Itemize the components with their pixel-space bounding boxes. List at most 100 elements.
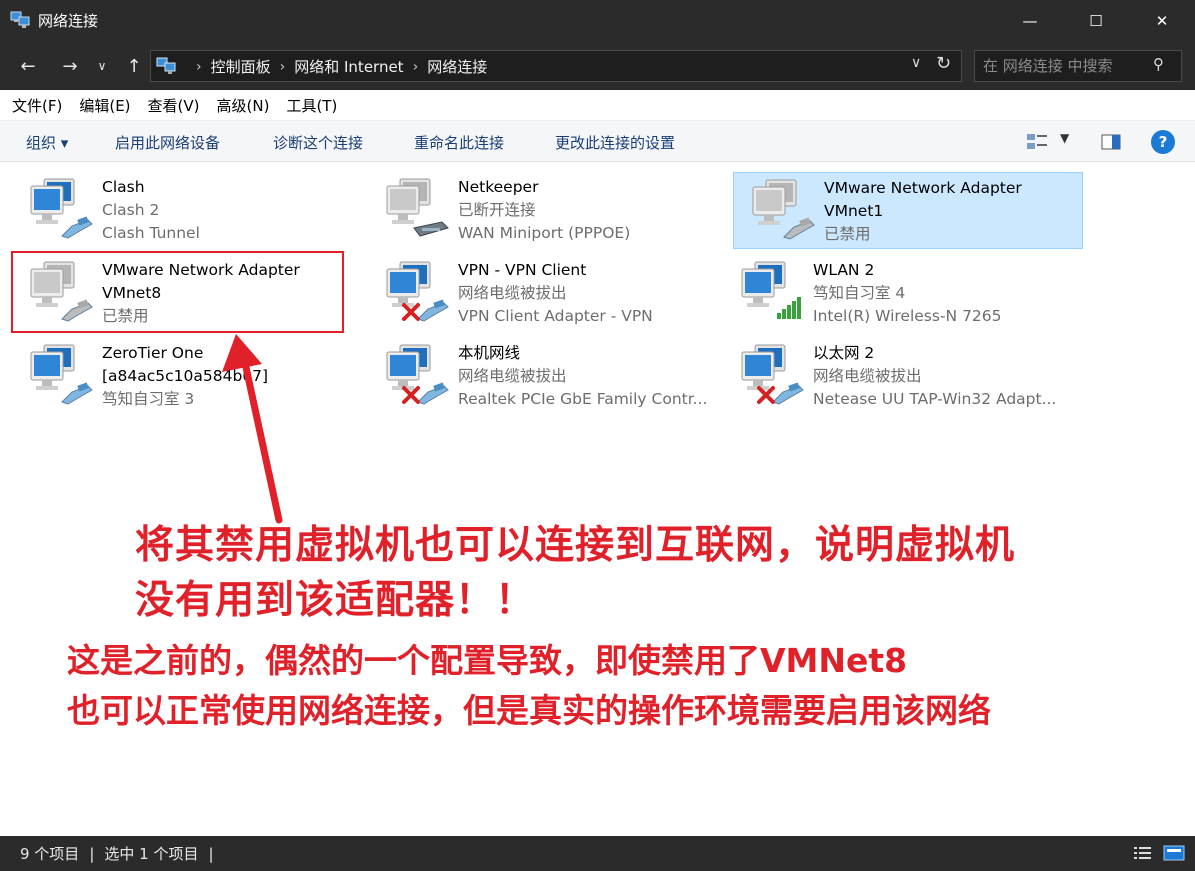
change-view-icon[interactable] (1026, 133, 1048, 151)
search-icon[interactable]: ⚲ (1153, 55, 1164, 73)
network-folder-icon (156, 57, 176, 74)
help-icon: ? (1158, 133, 1168, 151)
connection-item[interactable]: Netkeeper 已断开连接 WAN Miniport (PPPOE) (368, 172, 718, 252)
selected-count: 选中 1 个项目 (104, 845, 199, 863)
connection-detail: 笃知自习室 4 (813, 284, 906, 302)
diagnose-button[interactable]: 诊断这个连接 (273, 132, 363, 153)
connection-detail: 网络电缆被拔出 (458, 367, 567, 385)
forward-arrow-icon: → (62, 55, 78, 77)
breadcrumb-network-internet[interactable]: 网络和 Internet (294, 56, 403, 77)
connection-detail: Clash 2 (102, 201, 160, 219)
breadcrumb-control-panel[interactable]: 控制面板 (211, 56, 271, 77)
annotation-text-secondary: 这是之前的，偶然的一个配置导致，即使禁用了VMNet8 也可以正常使用网络连接，… (67, 636, 991, 736)
connection-text: Netkeeper 已断开连接 WAN Miniport (PPPOE) (458, 176, 630, 245)
organize-button[interactable]: 组织 ▾ (26, 132, 68, 153)
maximize-icon: ☐ (1089, 12, 1103, 30)
dialup-modem-icon (386, 178, 449, 237)
connection-adapter: Realtek PCIe GbE Family Contr... (458, 390, 708, 408)
menu-edit[interactable]: 编辑(E) (79, 95, 130, 116)
wireless-signal-icon (741, 261, 801, 319)
recent-locations-button[interactable]: ∨ (92, 52, 112, 80)
view-options-dropdown-icon[interactable]: ▼ (1060, 131, 1069, 145)
connection-adapter: Clash Tunnel (102, 224, 200, 242)
up-arrow-icon: ↑ (126, 55, 142, 77)
connection-detail: 网络电缆被拔出 (813, 367, 922, 385)
connection-detail: [a84ac5c10a584b07] (102, 367, 269, 385)
search-box[interactable]: ⚲ (974, 50, 1182, 82)
title-bar: 网络连接 — ☐ ✕ (0, 0, 1195, 42)
highlight-box (11, 251, 344, 333)
connection-name: VMware Network Adapter (824, 179, 1022, 197)
annotation-line: 这是之前的，偶然的一个配置导致，即使禁用了VMNet8 (67, 641, 908, 680)
breadcrumb-separator-icon: › (279, 58, 286, 75)
menu-advanced[interactable]: 高级(N) (217, 95, 270, 116)
network-adapter-icon (741, 344, 804, 405)
connection-detail: 网络电缆被拔出 (458, 284, 567, 302)
refresh-icon[interactable]: ↻ (936, 53, 951, 74)
help-button[interactable]: ? (1151, 130, 1175, 154)
connection-detail: 已断开连接 (458, 201, 536, 219)
status-separator: | (208, 845, 214, 863)
connection-detail: VMnet1 (824, 202, 884, 220)
connection-item[interactable]: 本机网线网络电缆被拔出 Realtek PCIe GbE Family Contr… (368, 338, 718, 418)
menu-bar: 文件(F) 编辑(E) 查看(V) 高级(N) 工具(T) (0, 90, 1195, 120)
chevron-down-icon: ∨ (97, 59, 107, 73)
close-icon: ✕ (1155, 12, 1169, 30)
maximize-button[interactable]: ☐ (1063, 0, 1129, 42)
address-bar[interactable]: › 控制面板 › 网络和 Internet › 网络连接 ∨ ↻ (150, 50, 962, 82)
menu-view[interactable]: 查看(V) (148, 95, 200, 116)
connection-item[interactable]: Clash Clash 2 Clash Tunnel (12, 172, 362, 252)
connection-text: VMware Network Adapter VMnet1 已禁用 (824, 177, 1022, 246)
annotation-line: 将其禁用虚拟机也可以连接到互联网，说明虚拟机 (135, 523, 1016, 568)
rename-button[interactable]: 重命名此连接 (414, 132, 504, 153)
breadcrumb-separator-icon: › (196, 58, 202, 75)
address-dropdown-icon[interactable]: ∨ (911, 55, 921, 71)
connection-item[interactable]: WLAN 2 笃知自习室 4 Intel(R) Wireless-N 7265 (723, 255, 1073, 335)
connection-name: 以太网 2 (813, 344, 875, 362)
connection-adapter: 笃知自习室 3 (102, 390, 195, 408)
connection-text: 本机网线网络电缆被拔出 Realtek PCIe GbE Family Contr… (458, 342, 707, 411)
connection-item[interactable]: ZeroTier One [a84ac5c10a584b07] 笃知自习室 3 (12, 338, 362, 418)
connection-name: Netkeeper (458, 178, 539, 196)
network-adapter-icon (386, 261, 449, 322)
preview-pane-icon[interactable] (1101, 134, 1121, 150)
item-count: 9 个项目 (20, 845, 80, 863)
annotation-line: 也可以正常使用网络连接，但是真实的操作环境需要启用该网络 (67, 691, 991, 730)
network-connections-app-icon (10, 11, 30, 28)
connection-text: WLAN 2 笃知自习室 4 Intel(R) Wireless-N 7265 (813, 259, 1002, 328)
connection-name: VPN - VPN Client (458, 261, 587, 279)
connection-text: VPN - VPN Client 网络电缆被拔出 VPN Client Adapte… (458, 259, 653, 328)
search-input[interactable] (983, 55, 1143, 77)
menu-tools[interactable]: 工具(T) (286, 95, 337, 116)
menu-file[interactable]: 文件(F) (12, 95, 62, 116)
breadcrumb-network-connections[interactable]: 网络连接 (427, 56, 487, 77)
network-adapter-icon (752, 179, 815, 240)
connection-adapter: Intel(R) Wireless-N 7265 (813, 307, 1002, 325)
forward-button[interactable]: → (56, 52, 84, 80)
status-bar: 9 个项目 | 选中 1 个项目 | (0, 836, 1195, 871)
connection-text: Clash Clash 2 Clash Tunnel (102, 176, 200, 245)
change-settings-button[interactable]: 更改此连接的设置 (555, 132, 675, 153)
large-icons-view-icon[interactable] (1163, 845, 1185, 861)
connection-text: 以太网 2 网络电缆被拔出 Netease UU TAP-Win32 Adapt..… (813, 342, 1056, 411)
minimize-icon: — (1022, 12, 1038, 30)
breadcrumb-separator-icon: › (412, 58, 419, 75)
network-adapter-icon (30, 178, 93, 239)
connection-item[interactable]: 以太网 2 网络电缆被拔出 Netease UU TAP-Win32 Adapt..… (723, 338, 1073, 418)
enable-device-button[interactable]: 启用此网络设备 (115, 132, 220, 153)
connection-item[interactable]: VMware Network Adapter VMnet1 已禁用 (733, 172, 1083, 249)
close-button[interactable]: ✕ (1129, 0, 1195, 42)
back-button[interactable]: ← (14, 52, 42, 80)
network-adapter-icon (386, 344, 449, 405)
connection-name: Clash (102, 178, 145, 196)
connection-adapter: VPN Client Adapter - VPN (458, 307, 653, 325)
annotation-line: 没有用到该适配器！！ (135, 578, 536, 623)
address-row: ← → ∨ ↑ › 控制面板 › 网络和 Internet › 网络连接 ∨ ↻… (0, 42, 1195, 90)
window-title: 网络连接 (38, 12, 99, 30)
connection-item[interactable]: VPN - VPN Client 网络电缆被拔出 VPN Client Adapte… (368, 255, 718, 335)
connection-name: 本机网线 (458, 344, 521, 362)
annotation-text-primary: 将其禁用虚拟机也可以连接到互联网，说明虚拟机 没有用到该适配器！！ (135, 518, 1015, 628)
minimize-button[interactable]: — (997, 0, 1063, 42)
up-button[interactable]: ↑ (120, 52, 148, 80)
details-view-icon[interactable] (1133, 845, 1153, 861)
